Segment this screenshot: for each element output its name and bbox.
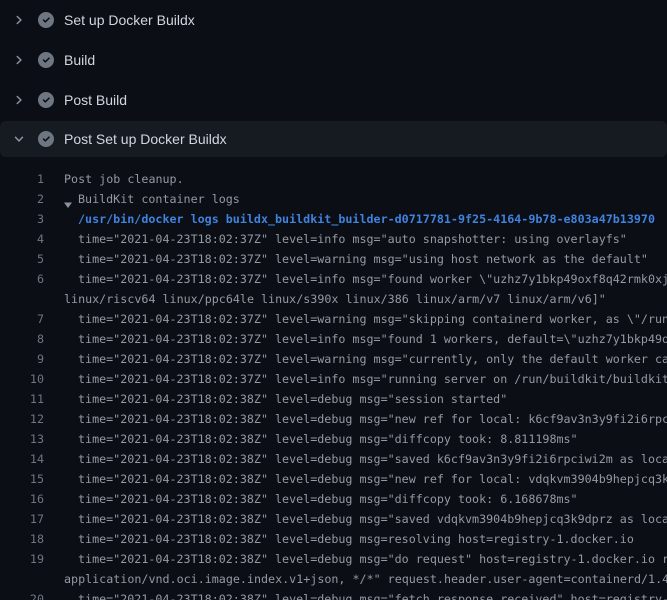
log-line: 19 time="2021-04-23T18:02:38Z" level=debu… (0, 549, 667, 569)
log-line: 12 time="2021-04-23T18:02:38Z" level=debu… (0, 409, 667, 429)
log-line: 7 time="2021-04-23T18:02:37Z" level=warni… (0, 309, 667, 329)
log-lines: 1 Post job cleanup. 2 BuildKit container lo… (0, 160, 667, 600)
log-line: 4 time="2021-04-23T18:02:37Z" level=info … (0, 229, 667, 249)
log-command-text: /usr/bin/docker logs buildx_buildkit_bui… (78, 209, 655, 229)
log-line-number[interactable]: 19 (0, 549, 44, 569)
log-text: time="2021-04-23T18:02:38Z" level=debug … (78, 429, 578, 449)
log-line-number[interactable]: 4 (0, 229, 44, 249)
log-text: time="2021-04-23T18:02:38Z" level=debug … (78, 489, 578, 509)
chevron-right-icon (12, 93, 26, 107)
log-text: time="2021-04-23T18:02:38Z" level=debug … (78, 589, 667, 600)
log-text: time="2021-04-23T18:02:38Z" level=debug … (78, 389, 507, 409)
step-label: Build (64, 52, 95, 68)
log-line: 11 time="2021-04-23T18:02:38Z" level=debu… (0, 389, 667, 409)
actions-log-viewer: Set up Docker Buildx Build Post Build Post … (0, 0, 667, 600)
log-text: time="2021-04-23T18:02:37Z" level=info m… (78, 229, 627, 249)
log-text: linux/riscv64 linux/ppc64le linux/s390x … (64, 289, 606, 309)
step-label: Post Build (64, 92, 127, 108)
log-text: time="2021-04-23T18:02:38Z" level=debug … (78, 409, 667, 429)
log-group-title[interactable]: BuildKit container logs (78, 189, 240, 209)
chevron-right-icon (12, 13, 26, 27)
log-line-number[interactable]: 13 (0, 429, 44, 449)
log-text: time="2021-04-23T18:02:37Z" level=warnin… (78, 349, 667, 369)
step-label: Post Set up Docker Buildx (64, 131, 227, 147)
chevron-down-icon (12, 132, 26, 146)
step-header-build[interactable]: Build (0, 40, 667, 80)
log-line-number[interactable]: 10 (0, 369, 44, 389)
log-line-number[interactable]: 20 (0, 589, 44, 600)
log-line-number[interactable]: 5 (0, 249, 44, 269)
log-line-number[interactable]: 6 (0, 269, 44, 289)
log-text: time="2021-04-23T18:02:37Z" level=info m… (78, 269, 667, 289)
log-line: 9 time="2021-04-23T18:02:37Z" level=warni… (0, 349, 667, 369)
step-header-post-set-up-docker-buildx[interactable]: Post Set up Docker Buildx (0, 121, 667, 157)
step-header-post-build[interactable]: Post Build (0, 80, 667, 120)
log-line: 14 time="2021-04-23T18:02:38Z" level=debu… (0, 449, 667, 469)
log-line-number[interactable]: 1 (0, 169, 44, 189)
triangle-down-icon[interactable] (64, 195, 72, 203)
log-text: time="2021-04-23T18:02:37Z" level=warnin… (78, 309, 667, 329)
log-line: 8 time="2021-04-23T18:02:37Z" level=info … (0, 329, 667, 349)
log-line-number[interactable]: 2 (0, 189, 44, 209)
log-line: 3/usr/bin/docker logs buildx_buildkit_bu… (0, 209, 667, 229)
check-circle-icon (38, 12, 54, 28)
check-circle-icon (38, 131, 54, 147)
log-line: 15 time="2021-04-23T18:02:38Z" level=debu… (0, 469, 667, 489)
log-line: 2 BuildKit container logs (0, 189, 667, 209)
log-text: time="2021-04-23T18:02:38Z" level=debug … (78, 549, 667, 569)
step-label: Set up Docker Buildx (64, 12, 195, 28)
log-line-number[interactable]: 7 (0, 309, 44, 329)
log-text: time="2021-04-23T18:02:37Z" level=info m… (78, 369, 667, 389)
log-line: 10 time="2021-04-23T18:02:37Z" level=info… (0, 369, 667, 389)
log-line: 13 time="2021-04-23T18:02:38Z" level=debu… (0, 429, 667, 449)
log-line-number[interactable]: 8 (0, 329, 44, 349)
check-circle-icon (38, 52, 54, 68)
log-line: 1 Post job cleanup. (0, 169, 667, 189)
log-text: time="2021-04-23T18:02:37Z" level=warnin… (78, 249, 648, 269)
log-text: time="2021-04-23T18:02:38Z" level=debug … (78, 529, 634, 549)
log-line-number[interactable]: 15 (0, 469, 44, 489)
log-text: Post job cleanup. (64, 169, 184, 189)
steps-list: Set up Docker Buildx Build Post Build Post … (0, 0, 667, 157)
log-line: 6 time="2021-04-23T18:02:37Z" level=info … (0, 269, 667, 289)
check-circle-icon (38, 92, 54, 108)
log-line-number[interactable]: 12 (0, 409, 44, 429)
log-text: time="2021-04-23T18:02:37Z" level=info m… (78, 329, 667, 349)
log-line-number[interactable]: 16 (0, 489, 44, 509)
log-text: time="2021-04-23T18:02:38Z" level=debug … (78, 449, 667, 469)
log-line-continuation: linux/riscv64 linux/ppc64le linux/s390x … (0, 289, 667, 309)
log-line: 16 time="2021-04-23T18:02:38Z" level=debu… (0, 489, 667, 509)
log-line-number[interactable]: 18 (0, 529, 44, 549)
chevron-right-icon (12, 53, 26, 67)
log-line: 5 time="2021-04-23T18:02:37Z" level=warni… (0, 249, 667, 269)
log-line-number[interactable]: 3 (0, 209, 44, 229)
log-line-number[interactable]: 17 (0, 509, 44, 529)
log-line-number[interactable]: 9 (0, 349, 44, 369)
log-text: application/vnd.oci.image.index.v1+json,… (64, 569, 667, 589)
log-line-number[interactable]: 11 (0, 389, 44, 409)
log-line-number[interactable]: 14 (0, 449, 44, 469)
log-line: 18 time="2021-04-23T18:02:38Z" level=debu… (0, 529, 667, 549)
log-line-continuation: application/vnd.oci.image.index.v1+json,… (0, 569, 667, 589)
log-line: 20 time="2021-04-23T18:02:38Z" level=debu… (0, 589, 667, 600)
log-line: 17 time="2021-04-23T18:02:38Z" level=debu… (0, 509, 667, 529)
step-header-set-up-docker-buildx[interactable]: Set up Docker Buildx (0, 0, 667, 40)
log-text: time="2021-04-23T18:02:38Z" level=debug … (78, 509, 667, 529)
log-text: time="2021-04-23T18:02:38Z" level=debug … (78, 469, 667, 489)
